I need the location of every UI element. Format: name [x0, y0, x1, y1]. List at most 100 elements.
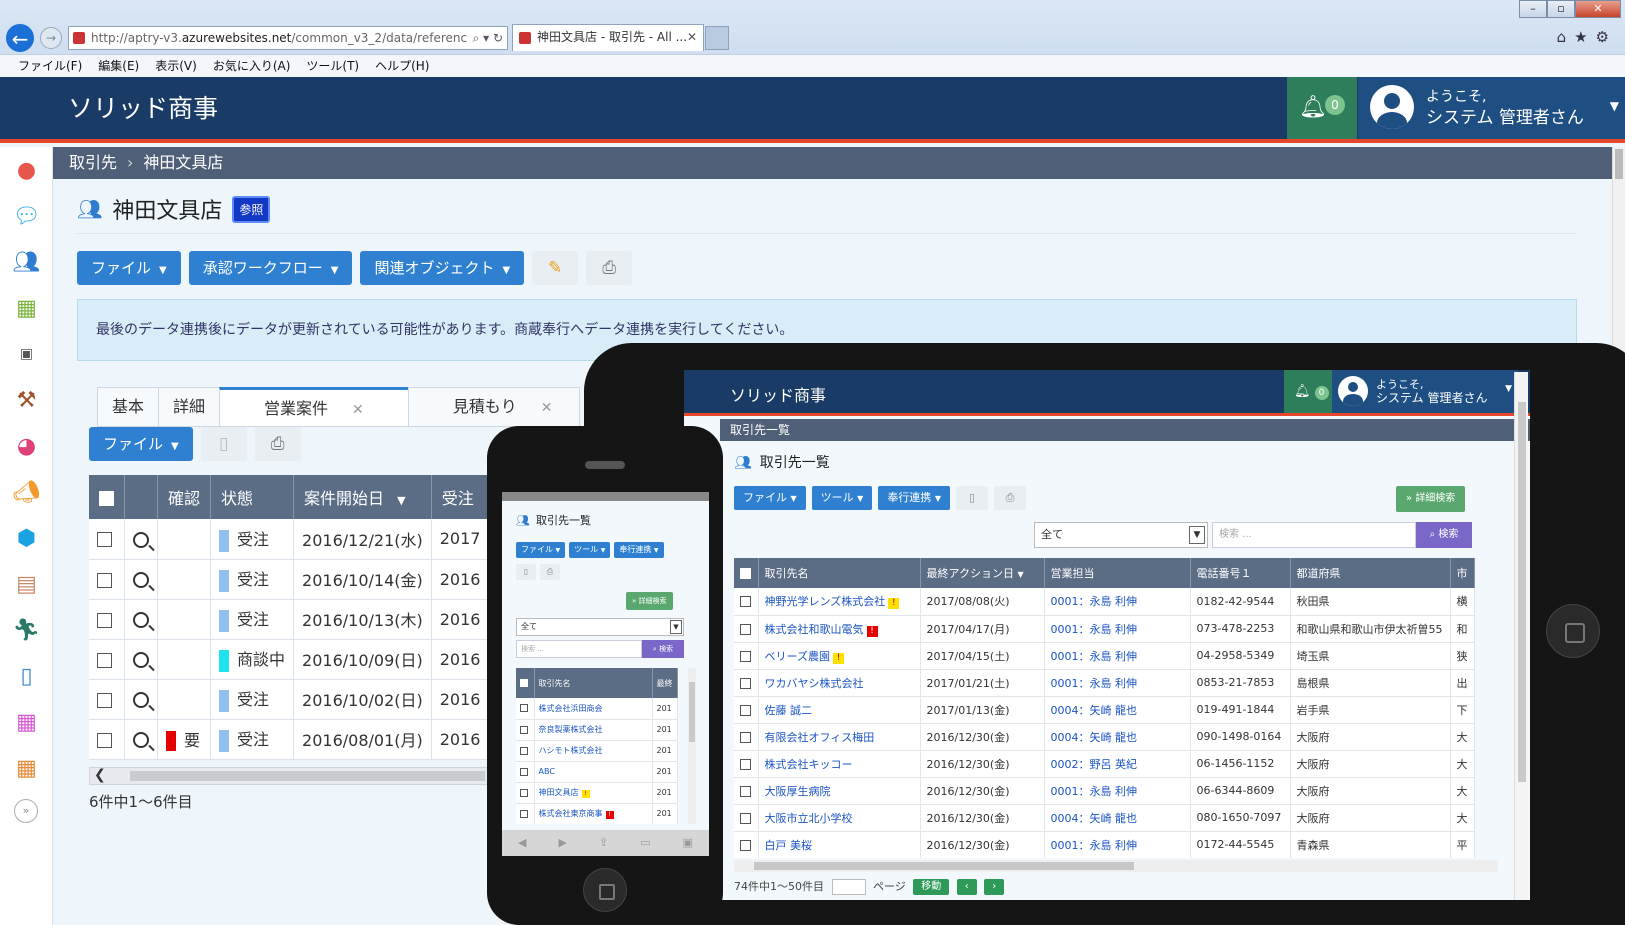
new-document-button[interactable]: ▯: [200, 427, 247, 461]
home-icon[interactable]: ⌂: [1557, 28, 1575, 46]
tab-file-menu-button[interactable]: ファイル ▼: [89, 427, 193, 461]
customer-link[interactable]: 株式会社和歌山電気: [765, 623, 864, 636]
sidebar-item-flow3[interactable]: ▦: [0, 745, 53, 791]
sidebar-item-campaigns[interactable]: 📣︎: [0, 469, 53, 515]
customer-link[interactable]: 大阪厚生病院: [765, 785, 831, 798]
menu-help[interactable]: ヘルプ(H): [375, 55, 429, 77]
select-all-checkbox[interactable]: [740, 568, 751, 579]
tablet-print-button[interactable]: ⎙: [993, 486, 1026, 510]
row-checkbox[interactable]: [740, 812, 751, 824]
sales-rep-link[interactable]: 0004：矢崎 龍也: [1051, 812, 1138, 825]
magnifier-icon[interactable]: [133, 732, 149, 748]
chevron-left-icon[interactable]: ❮: [94, 767, 106, 783]
tablet-user-menu[interactable]: ようこそ, システム 管理者さん ▼: [1332, 370, 1518, 413]
sidebar-item-mobile[interactable]: ▯: [0, 653, 53, 699]
column-header-start-date[interactable]: 案件開始日 ▼: [293, 475, 432, 519]
sidebar-item-workflow[interactable]: ▦: [0, 285, 53, 331]
customer-link[interactable]: 株式会社キッコー: [765, 758, 853, 771]
sales-rep-link[interactable]: 0001：永島 利伸: [1051, 677, 1138, 690]
row-checkbox[interactable]: [520, 725, 528, 734]
row-checkbox[interactable]: [740, 677, 751, 689]
phone-file-button[interactable]: ファイル ▼: [516, 542, 566, 558]
sidebar-item-reports[interactable]: ◕: [0, 423, 53, 469]
row-checkbox[interactable]: [97, 532, 112, 548]
sidebar-item-flow2[interactable]: ▦: [0, 699, 53, 745]
address-bar[interactable]: http://aptry-v3.azurewebsites.net/common…: [68, 26, 508, 50]
close-tab-icon[interactable]: ✕: [352, 402, 364, 418]
breadcrumb-root[interactable]: 取引先: [69, 153, 117, 172]
customer-link[interactable]: 株式会社東京商事: [539, 809, 603, 818]
customer-link[interactable]: 大阪市立北小学校: [765, 812, 853, 825]
menu-view[interactable]: 表示(V): [155, 55, 197, 77]
row-checkbox[interactable]: [740, 623, 751, 635]
customer-link[interactable]: ABC: [539, 767, 555, 776]
tab-basic[interactable]: 基本: [97, 387, 160, 427]
tablet-pager-move-button[interactable]: 移動: [913, 879, 950, 895]
phone-forward-icon[interactable]: ▶: [558, 830, 566, 856]
tablet-pager-next-button[interactable]: ›: [984, 879, 1005, 895]
menu-edit[interactable]: 編集(E): [98, 55, 139, 77]
refresh-icon[interactable]: ↻: [493, 31, 503, 45]
row-checkbox[interactable]: [740, 758, 751, 770]
phone-bugyo-button[interactable]: 奉行連携 ▼: [614, 542, 664, 558]
magnifier-icon[interactable]: [133, 531, 149, 548]
row-checkbox[interactable]: [520, 767, 528, 776]
magnifier-icon[interactable]: [133, 612, 149, 628]
tablet-brand[interactable]: ソリッド商事: [730, 382, 826, 406]
row-checkbox[interactable]: [740, 839, 751, 851]
file-menu-button[interactable]: ファイル ▼: [77, 251, 181, 285]
phone-select-all-header[interactable]: [516, 668, 535, 698]
row-checkbox[interactable]: [97, 692, 112, 708]
tablet-col-sales-rep[interactable]: 営業担当: [1044, 558, 1191, 588]
select-all-header[interactable]: [89, 475, 125, 519]
back-button[interactable]: ←: [4, 22, 36, 54]
phone-print-button[interactable]: ⎙: [540, 564, 560, 580]
user-menu[interactable]: ようこそ, システム 管理者さん ▼: [1358, 77, 1625, 139]
sidebar-item-documents[interactable]: ▤: [0, 561, 53, 607]
customer-link[interactable]: 佐藤 誠二: [765, 704, 813, 717]
scroll-thumb[interactable]: [689, 682, 695, 742]
phone-share-icon[interactable]: ⇪: [599, 830, 608, 856]
favorites-star-icon[interactable]: ★: [1574, 28, 1595, 46]
print-button[interactable]: ⎙: [586, 251, 633, 285]
customer-link[interactable]: 奈良製薬株式会社: [539, 725, 603, 734]
column-header-confirm[interactable]: 確認: [157, 475, 212, 519]
sales-rep-link[interactable]: 0004：矢崎 龍也: [1051, 731, 1138, 744]
phone-search-button[interactable]: ⌕ 検索: [642, 640, 684, 658]
magnifier-icon[interactable]: [133, 572, 149, 588]
customer-link[interactable]: 有限会社オフィス梅田: [765, 731, 875, 744]
sidebar-item-products[interactable]: ⬢: [0, 515, 53, 561]
row-checkbox[interactable]: [97, 732, 112, 748]
notification-button[interactable]: 🔔︎ 0: [1287, 77, 1357, 139]
customer-link[interactable]: 神野光学レンズ株式会社: [765, 595, 886, 608]
customer-link[interactable]: ワカバヤシ株式会社: [765, 677, 864, 690]
sales-rep-link[interactable]: 0001：永島 利伸: [1051, 595, 1138, 608]
related-objects-button[interactable]: 関連オブジェクト ▼: [360, 251, 525, 285]
customer-link[interactable]: 白戸 美桜: [765, 839, 813, 852]
tablet-col-phone[interactable]: 電話番号１: [1190, 558, 1291, 588]
phone-back-icon[interactable]: ◀: [518, 830, 526, 856]
customer-link[interactable]: ハシモト株式会社: [539, 746, 603, 755]
row-checkbox[interactable]: [520, 704, 528, 713]
settings-gear-icon[interactable]: ⚙: [1596, 28, 1617, 46]
tablet-col-last-action[interactable]: 最終アクション日 ▼: [920, 558, 1045, 588]
select-all-checkbox[interactable]: [520, 679, 528, 687]
phone-document-button[interactable]: ▯: [516, 564, 536, 580]
tablet-horizontal-scrollbar[interactable]: [734, 860, 1498, 872]
tablet-bugyo-button[interactable]: 奉行連携 ▼: [878, 486, 950, 510]
sales-rep-link[interactable]: 0001：永島 利伸: [1051, 650, 1138, 663]
row-checkbox[interactable]: [740, 731, 751, 743]
row-checkbox[interactable]: [520, 809, 528, 818]
tablet-col-name[interactable]: 取引先名: [758, 558, 921, 588]
sidebar-item-activity[interactable]: 🏃︎: [0, 607, 53, 653]
tablet-notification-button[interactable]: 🔔︎ 0: [1284, 370, 1332, 413]
tab-detail[interactable]: 詳細: [158, 387, 221, 427]
sales-rep-link[interactable]: 0002：野呂 英紀: [1051, 758, 1138, 771]
phone-bookmarks-icon[interactable]: ▭: [640, 830, 650, 856]
row-checkbox[interactable]: [520, 746, 528, 755]
phone-col-more[interactable]: 最終: [652, 668, 678, 698]
tablet-search-button[interactable]: ⌕ 検索: [1416, 522, 1472, 548]
phone-col-name[interactable]: 取引先名: [534, 668, 653, 698]
select-all-checkbox[interactable]: [99, 490, 114, 506]
menu-file[interactable]: ファイル(F): [18, 55, 82, 77]
